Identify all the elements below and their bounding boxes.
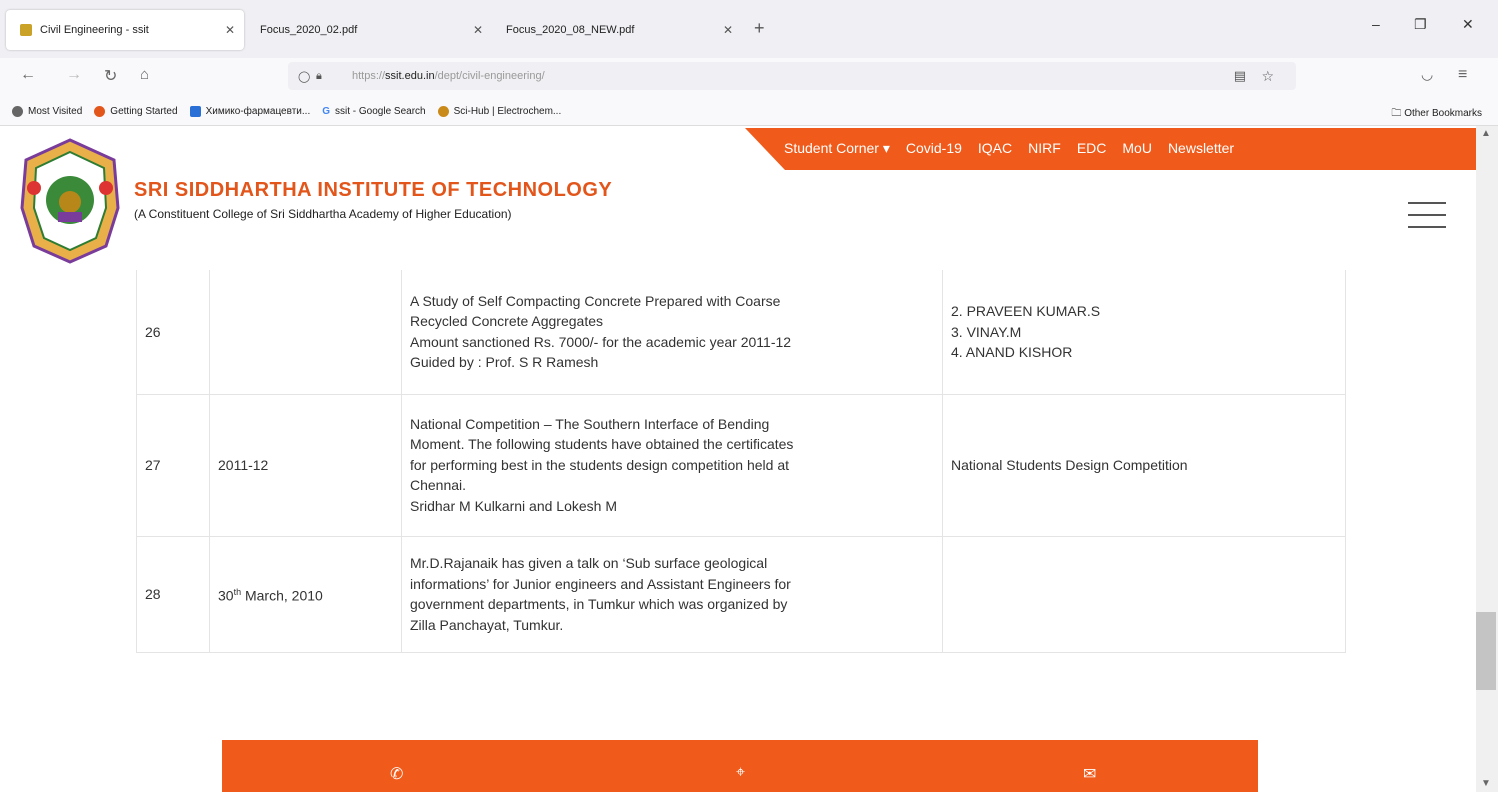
- journal-icon: [189, 106, 201, 117]
- row-date: 2011-12: [209, 393, 402, 537]
- nav-iqac[interactable]: IQAC: [978, 140, 1012, 157]
- row-description: National Competition – The Southern Inte…: [401, 393, 943, 537]
- tab-title: Focus_2020_08_NEW.pdf: [506, 24, 635, 36]
- tab-focus-2020-02[interactable]: Focus_2020_02.pdf ✕: [252, 10, 492, 50]
- nav-covid-19[interactable]: Covid-19: [906, 140, 962, 157]
- close-window-icon[interactable]: ✕: [1462, 16, 1474, 33]
- site-favicon-icon: [20, 24, 32, 36]
- reload-icon[interactable]: ↻: [104, 66, 117, 86]
- nav-mou[interactable]: MoU: [1122, 140, 1152, 157]
- lock-icon: 🔒︎: [316, 69, 322, 82]
- row-number: 27: [136, 393, 210, 537]
- top-navigation: Student Corner ▾ Covid-19 IQAC NIRF EDC …: [784, 140, 1250, 157]
- bookmark-label: Most Visited: [28, 106, 83, 117]
- nav-edc[interactable]: EDC: [1077, 140, 1107, 157]
- row-description: Mr.D.Rajanaik has given a talk on ‘Sub s…: [401, 535, 943, 653]
- browser-tab-bar: Civil Engineering - ssit ✕ Focus_2020_02…: [0, 0, 1498, 58]
- site-header: Student Corner ▾ Covid-19 IQAC NIRF EDC …: [0, 126, 1476, 270]
- nav-student-corner[interactable]: Student Corner ▾: [784, 140, 890, 157]
- institute-subtitle: (A Constituent College of Sri Siddhartha…: [134, 207, 512, 221]
- address-bar[interactable]: ◯ 🔒︎ https://ssit.edu.in/dept/civil-engi…: [288, 62, 1296, 90]
- nav-nirf[interactable]: NIRF: [1028, 140, 1061, 157]
- bookmark-most-visited[interactable]: Most Visited: [12, 106, 82, 117]
- scroll-up-icon[interactable]: ▲: [1481, 128, 1491, 139]
- tab-civil-engineering[interactable]: Civil Engineering - ssit ✕: [6, 10, 244, 50]
- bookmark-chemistry[interactable]: Химико-фармацевти...: [189, 106, 311, 117]
- scroll-down-icon[interactable]: ▼: [1481, 778, 1491, 789]
- sci-hub-icon: [437, 106, 449, 117]
- reader-view-icon[interactable]: ▤: [1234, 68, 1246, 84]
- row-description: A Study of Self Compacting Concrete Prep…: [401, 270, 943, 395]
- bookmark-label: Sci-Hub | Electrochem...: [453, 106, 562, 117]
- table-row: 26 A Study of Self Compacting Concrete P…: [136, 270, 1346, 395]
- close-tab-icon[interactable]: ✕: [464, 23, 492, 37]
- forward-icon[interactable]: →: [66, 66, 82, 84]
- table-row: 27 2011-12 National Competition – The So…: [136, 393, 1346, 537]
- home-icon[interactable]: ⌂: [140, 66, 149, 83]
- url-text: https://ssit.edu.in/dept/civil-engineeri…: [352, 70, 545, 82]
- activities-table: 26 A Study of Self Compacting Concrete P…: [136, 270, 1346, 653]
- scrollbar-thumb[interactable]: [1476, 612, 1496, 690]
- bookmark-getting-started[interactable]: Getting Started: [94, 106, 178, 117]
- row-participants: National Students Design Competition: [942, 393, 1346, 537]
- minimize-icon[interactable]: –: [1372, 16, 1380, 32]
- bookmark-star-icon[interactable]: ☆: [1261, 68, 1274, 85]
- shield-icon: ◯: [298, 70, 311, 83]
- other-bookmarks[interactable]: 🗀 Other Bookmarks: [1391, 106, 1482, 123]
- gear-icon: [12, 106, 23, 117]
- bookmarks-toolbar: Most Visited Getting Started Химико-фарм…: [0, 98, 1498, 126]
- bookmark-label: Getting Started: [110, 106, 178, 117]
- mail-icon[interactable]: ✉: [1083, 764, 1096, 784]
- close-tab-icon[interactable]: ✕: [714, 23, 742, 37]
- bookmark-google-search[interactable]: G ssit - Google Search: [322, 106, 425, 117]
- table-row: 28 30th March, 2010 Mr.D.Rajanaik has gi…: [136, 535, 1346, 653]
- page-scrollbar[interactable]: [1476, 126, 1498, 792]
- row-number: 26: [136, 270, 210, 395]
- tab-title: Focus_2020_02.pdf: [260, 24, 358, 36]
- menu-icon[interactable]: ≡: [1458, 66, 1467, 84]
- pocket-icon[interactable]: ◡: [1421, 66, 1433, 83]
- row-date: [209, 270, 402, 395]
- back-icon[interactable]: ←: [20, 66, 36, 84]
- tab-title: Civil Engineering - ssit: [40, 24, 149, 36]
- institute-logo[interactable]: [18, 138, 122, 264]
- firefox-icon: [94, 106, 106, 117]
- restore-icon[interactable]: ❐: [1414, 16, 1427, 33]
- row-date: 30th March, 2010: [209, 535, 402, 653]
- location-pin-icon[interactable]: ⌖: [736, 764, 745, 782]
- hamburger-menu-icon[interactable]: [1408, 202, 1446, 238]
- new-tab-button[interactable]: +: [754, 18, 765, 39]
- nav-newsletter[interactable]: Newsletter: [1168, 140, 1234, 157]
- row-number: 28: [136, 535, 210, 653]
- close-tab-icon[interactable]: ✕: [216, 23, 244, 37]
- tab-focus-2020-08[interactable]: Focus_2020_08_NEW.pdf ✕: [500, 10, 742, 50]
- row-participants: 2. PRAVEEN KUMAR.S 3. VINAY.M 4. ANAND K…: [942, 270, 1346, 395]
- google-icon: G: [322, 106, 330, 117]
- phone-icon[interactable]: ✆: [390, 764, 403, 784]
- bookmark-label: ssit - Google Search: [335, 106, 426, 117]
- row-participants: [942, 535, 1346, 653]
- bookmark-label: Химико-фармацевти...: [205, 106, 311, 117]
- institute-name: SRI SIDDHARTHA INSTITUTE OF TECHNOLOGY: [134, 179, 613, 201]
- bookmark-sci-hub[interactable]: Sci-Hub | Electrochem...: [437, 106, 562, 117]
